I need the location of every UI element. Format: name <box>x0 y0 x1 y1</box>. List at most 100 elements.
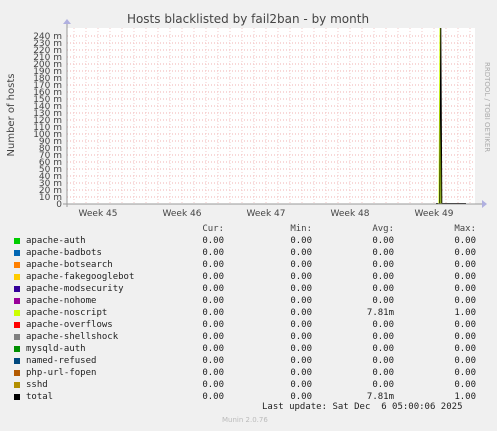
legend-row-apache-modsecurity: apache-modsecurity 0.00 0.00 0.00 0.00 <box>14 284 484 296</box>
legend-avg-value: 0.00 <box>372 344 394 354</box>
x-tick-label: Week 45 <box>79 209 118 219</box>
legend-name: apache-botsearch <box>26 260 113 270</box>
legend-swatch <box>14 286 20 292</box>
legend-max-value: 0.00 <box>454 380 476 390</box>
legend-cur-value: 0.00 <box>202 332 224 342</box>
legend-avg-value: 7.81m <box>366 392 394 402</box>
legend-cur-value: 0.00 <box>202 368 224 378</box>
legend-cur-value: 0.00 <box>202 320 224 330</box>
legend-avg-value: 0.00 <box>372 332 394 342</box>
legend-name: php-url-fopen <box>26 368 97 378</box>
legend-min-value: 0.00 <box>290 332 312 342</box>
legend-max-value: 0.00 <box>454 284 476 294</box>
legend-cur-value: 0.00 <box>202 344 224 354</box>
legend-row-apache-fakegooglebot: apache-fakegooglebot 0.00 0.00 0.00 0.00 <box>14 272 484 284</box>
legend-name: apache-noscript <box>26 308 108 318</box>
legend-name: apache-badbots <box>26 248 102 258</box>
header-min: Min: <box>290 224 312 234</box>
legend-max-value: 0.00 <box>454 248 476 258</box>
legend-swatch <box>14 358 20 364</box>
legend-row-apache-overflows: apache-overflows 0.00 0.00 0.00 0.00 <box>14 320 484 332</box>
x-tick-label: Week 47 <box>247 209 286 219</box>
legend-swatch <box>14 274 20 280</box>
legend-max-value: 1.00 <box>454 392 476 402</box>
legend-cur-value: 0.00 <box>202 380 224 390</box>
legend-max-value: 0.00 <box>454 344 476 354</box>
legend-name: sshd <box>26 380 48 390</box>
legend-avg-value: 0.00 <box>372 320 394 330</box>
legend-name: apache-shellshock <box>26 332 119 342</box>
legend-avg-value: 0.00 <box>372 236 394 246</box>
legend-row-apache-noscript: apache-noscript 0.00 0.00 7.81m 1.00 <box>14 308 484 320</box>
legend-row-apache-badbots: apache-badbots 0.00 0.00 0.00 0.00 <box>14 248 484 260</box>
legend-cur-value: 0.00 <box>202 296 224 306</box>
legend-swatch <box>14 334 20 340</box>
legend-avg-value: 0.00 <box>372 272 394 282</box>
legend-swatch <box>14 346 20 352</box>
legend-avg-value: 0.00 <box>372 248 394 258</box>
legend-min-value: 0.00 <box>290 308 312 318</box>
legend-min-value: 0.00 <box>290 236 312 246</box>
legend-swatch <box>14 262 20 268</box>
legend-name: named-refused <box>26 356 97 366</box>
y-axis-label: Number of hosts <box>6 74 17 157</box>
legend-max-value: 0.00 <box>454 320 476 330</box>
legend-cur-value: 0.00 <box>202 248 224 258</box>
y-tick-label: 240 m <box>33 32 62 42</box>
legend-max-value: 0.00 <box>454 368 476 378</box>
legend-avg-value: 0.00 <box>372 368 394 378</box>
legend-min-value: 0.00 <box>290 368 312 378</box>
legend-max-value: 0.00 <box>454 296 476 306</box>
legend-min-value: 0.00 <box>290 260 312 270</box>
last-update: Last update: Sat Dec 6 05:00:06 2025 <box>262 402 463 412</box>
legend-swatch <box>14 310 20 316</box>
legend-min-value: 0.00 <box>290 272 312 282</box>
x-tick-labels: Week 45 Week 46 Week 47 Week 48 Week 49 <box>79 209 454 219</box>
y-tick-labels: 010 m20 m30 m40 m50 m60 m70 m80 m90 m100… <box>33 32 62 210</box>
legend-row-apache-botsearch: apache-botsearch 0.00 0.00 0.00 0.00 <box>14 260 484 272</box>
munin-footer: Munin 2.0.76 <box>222 416 268 424</box>
legend-min-value: 0.00 <box>290 320 312 330</box>
legend-avg-value: 7.81m <box>366 308 394 318</box>
header-cur: Cur: <box>202 224 224 234</box>
legend-row-apache-auth: apache-auth 0.00 0.00 0.00 0.00 <box>14 236 484 248</box>
legend-max-value: 0.00 <box>454 356 476 366</box>
header-max: Max: <box>454 224 476 234</box>
legend-swatch <box>14 250 20 256</box>
legend-name: apache-auth <box>26 236 86 246</box>
legend-cur-value: 0.00 <box>202 392 224 402</box>
legend-max-value: 0.00 <box>454 332 476 342</box>
legend-cur-value: 0.00 <box>202 236 224 246</box>
x-tick-label: Week 49 <box>415 209 454 219</box>
legend-min-value: 0.00 <box>290 284 312 294</box>
legend-name: apache-overflows <box>26 320 113 330</box>
legend-min-value: 0.00 <box>290 356 312 366</box>
legend-row-apache-nohome: apache-nohome 0.00 0.00 0.00 0.00 <box>14 296 484 308</box>
legend-min-value: 0.00 <box>290 380 312 390</box>
legend-min-value: 0.00 <box>290 296 312 306</box>
legend-name: apache-nohome <box>26 296 97 306</box>
legend-row-named-refused: named-refused 0.00 0.00 0.00 0.00 <box>14 356 484 368</box>
legend-name: apache-modsecurity <box>26 284 124 294</box>
legend-avg-value: 0.00 <box>372 380 394 390</box>
legend-avg-value: 0.00 <box>372 284 394 294</box>
legend-max-value: 0.00 <box>454 272 476 282</box>
legend-row-sshd: sshd 0.00 0.00 0.00 0.00 <box>14 380 484 392</box>
legend-name: total <box>26 392 54 402</box>
legend-cur-value: 0.00 <box>202 284 224 294</box>
legend-max-value: 0.00 <box>454 260 476 270</box>
legend-row-mysqld-auth: mysqld-auth 0.00 0.00 0.00 0.00 <box>14 344 484 356</box>
legend-max-value: 1.00 <box>454 308 476 318</box>
legend-cur-value: 0.00 <box>202 308 224 318</box>
legend-swatch <box>14 238 20 244</box>
x-tick-label: Week 46 <box>163 209 202 219</box>
legend-avg-value: 0.00 <box>372 296 394 306</box>
plot-area <box>67 28 475 204</box>
legend-swatch <box>14 382 20 388</box>
legend-max-value: 0.00 <box>454 236 476 246</box>
legend-min-value: 0.00 <box>290 344 312 354</box>
legend-name: mysqld-auth <box>26 344 86 354</box>
y-axis-arrow-icon <box>63 19 71 24</box>
legend-avg-value: 0.00 <box>372 356 394 366</box>
legend-swatch <box>14 322 20 328</box>
